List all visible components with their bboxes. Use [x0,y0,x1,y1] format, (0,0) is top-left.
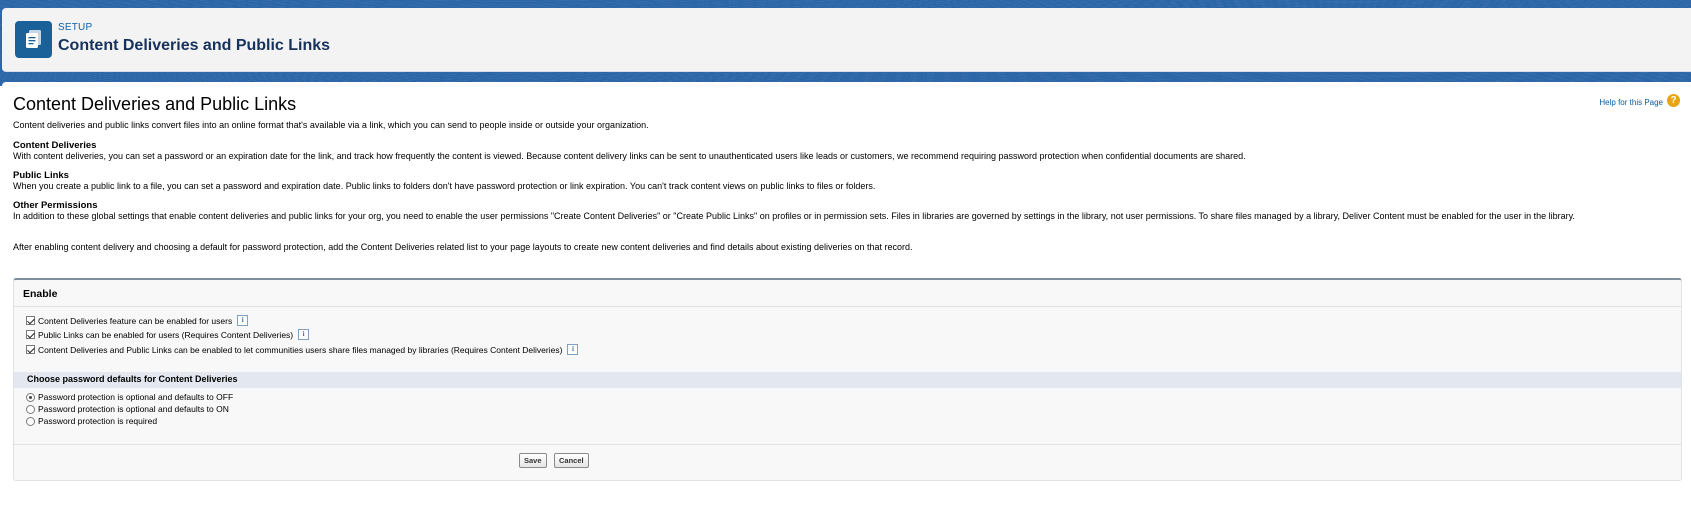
radio-label: Password protection is required [38,416,158,426]
info-icon[interactable]: i [237,315,249,326]
enable-title: Enable [23,288,58,300]
content-deliveries-section: Content Deliveries With content deliveri… [13,140,1683,162]
divider [14,306,1681,307]
content-deliveries-checkbox-row: Content Deliveries feature can be enable… [26,315,249,326]
help-icon[interactable]: ? [1667,94,1680,107]
checkbox-label: Public Links can be enabled for users (R… [38,329,294,340]
communities-checkbox[interactable] [26,345,35,354]
password-defaults-header: Choose password defaults for Content Del… [14,372,1681,388]
checkbox-label: Content Deliveries and Public Links can … [38,344,563,355]
intro-text: Content deliveries and public links conv… [13,120,649,130]
info-icon[interactable]: i [567,344,579,355]
section-title: Content Deliveries [13,140,97,151]
content-deliveries-checkbox[interactable] [26,316,35,325]
radio-row-off: Password protection is optional and defa… [26,392,233,402]
section-title: Public Links [13,170,69,181]
radio-label: Password protection is optional and defa… [38,392,234,402]
radio-row-on: Password protection is optional and defa… [26,404,229,414]
other-permissions-section: Other Permissions In addition to these g… [13,200,1683,222]
checkbox-label: Content Deliveries feature can be enable… [38,315,233,326]
page-title: Content Deliveries and Public Links [13,94,297,114]
communities-checkbox-row: Content Deliveries and Public Links can … [26,344,579,355]
section-title: Other Permissions [13,200,98,211]
after-text: After enabling content delivery and choo… [13,242,913,252]
info-icon[interactable]: i [298,329,310,340]
main-panel: Content Deliveries and Public Links Help… [2,82,1691,517]
section-text: When you create a public link to a file,… [13,181,876,191]
password-optional-on-radio[interactable] [26,404,35,414]
public-links-checkbox-row: Public Links can be enabled for users (R… [26,329,310,340]
section-text: With content deliveries, you can set a p… [13,151,1246,161]
password-required-radio[interactable] [26,416,35,426]
cancel-button[interactable]: Cancel [554,453,589,468]
public-links-section: Public Links When you create a public li… [13,170,1683,192]
public-links-checkbox[interactable] [26,330,35,339]
save-button[interactable]: Save [519,453,547,468]
enable-section: Enable Content Deliveries feature can be… [13,278,1682,481]
setup-label[interactable]: SETUP [58,22,92,33]
help-link[interactable]: Help for this Page [1599,98,1663,107]
setup-header: SETUP Content Deliveries and Public Link… [2,8,1691,72]
radio-label: Password protection is optional and defa… [38,404,229,414]
files-icon [15,21,52,58]
button-bar: Save Cancel [14,444,1681,481]
password-optional-off-radio[interactable] [26,392,35,402]
section-text: In addition to these global settings tha… [13,211,1575,221]
radio-row-required: Password protection is required [26,416,157,426]
header-title: Content Deliveries and Public Links [58,37,331,54]
password-defaults-title: Choose password defaults for Content Del… [27,374,238,384]
